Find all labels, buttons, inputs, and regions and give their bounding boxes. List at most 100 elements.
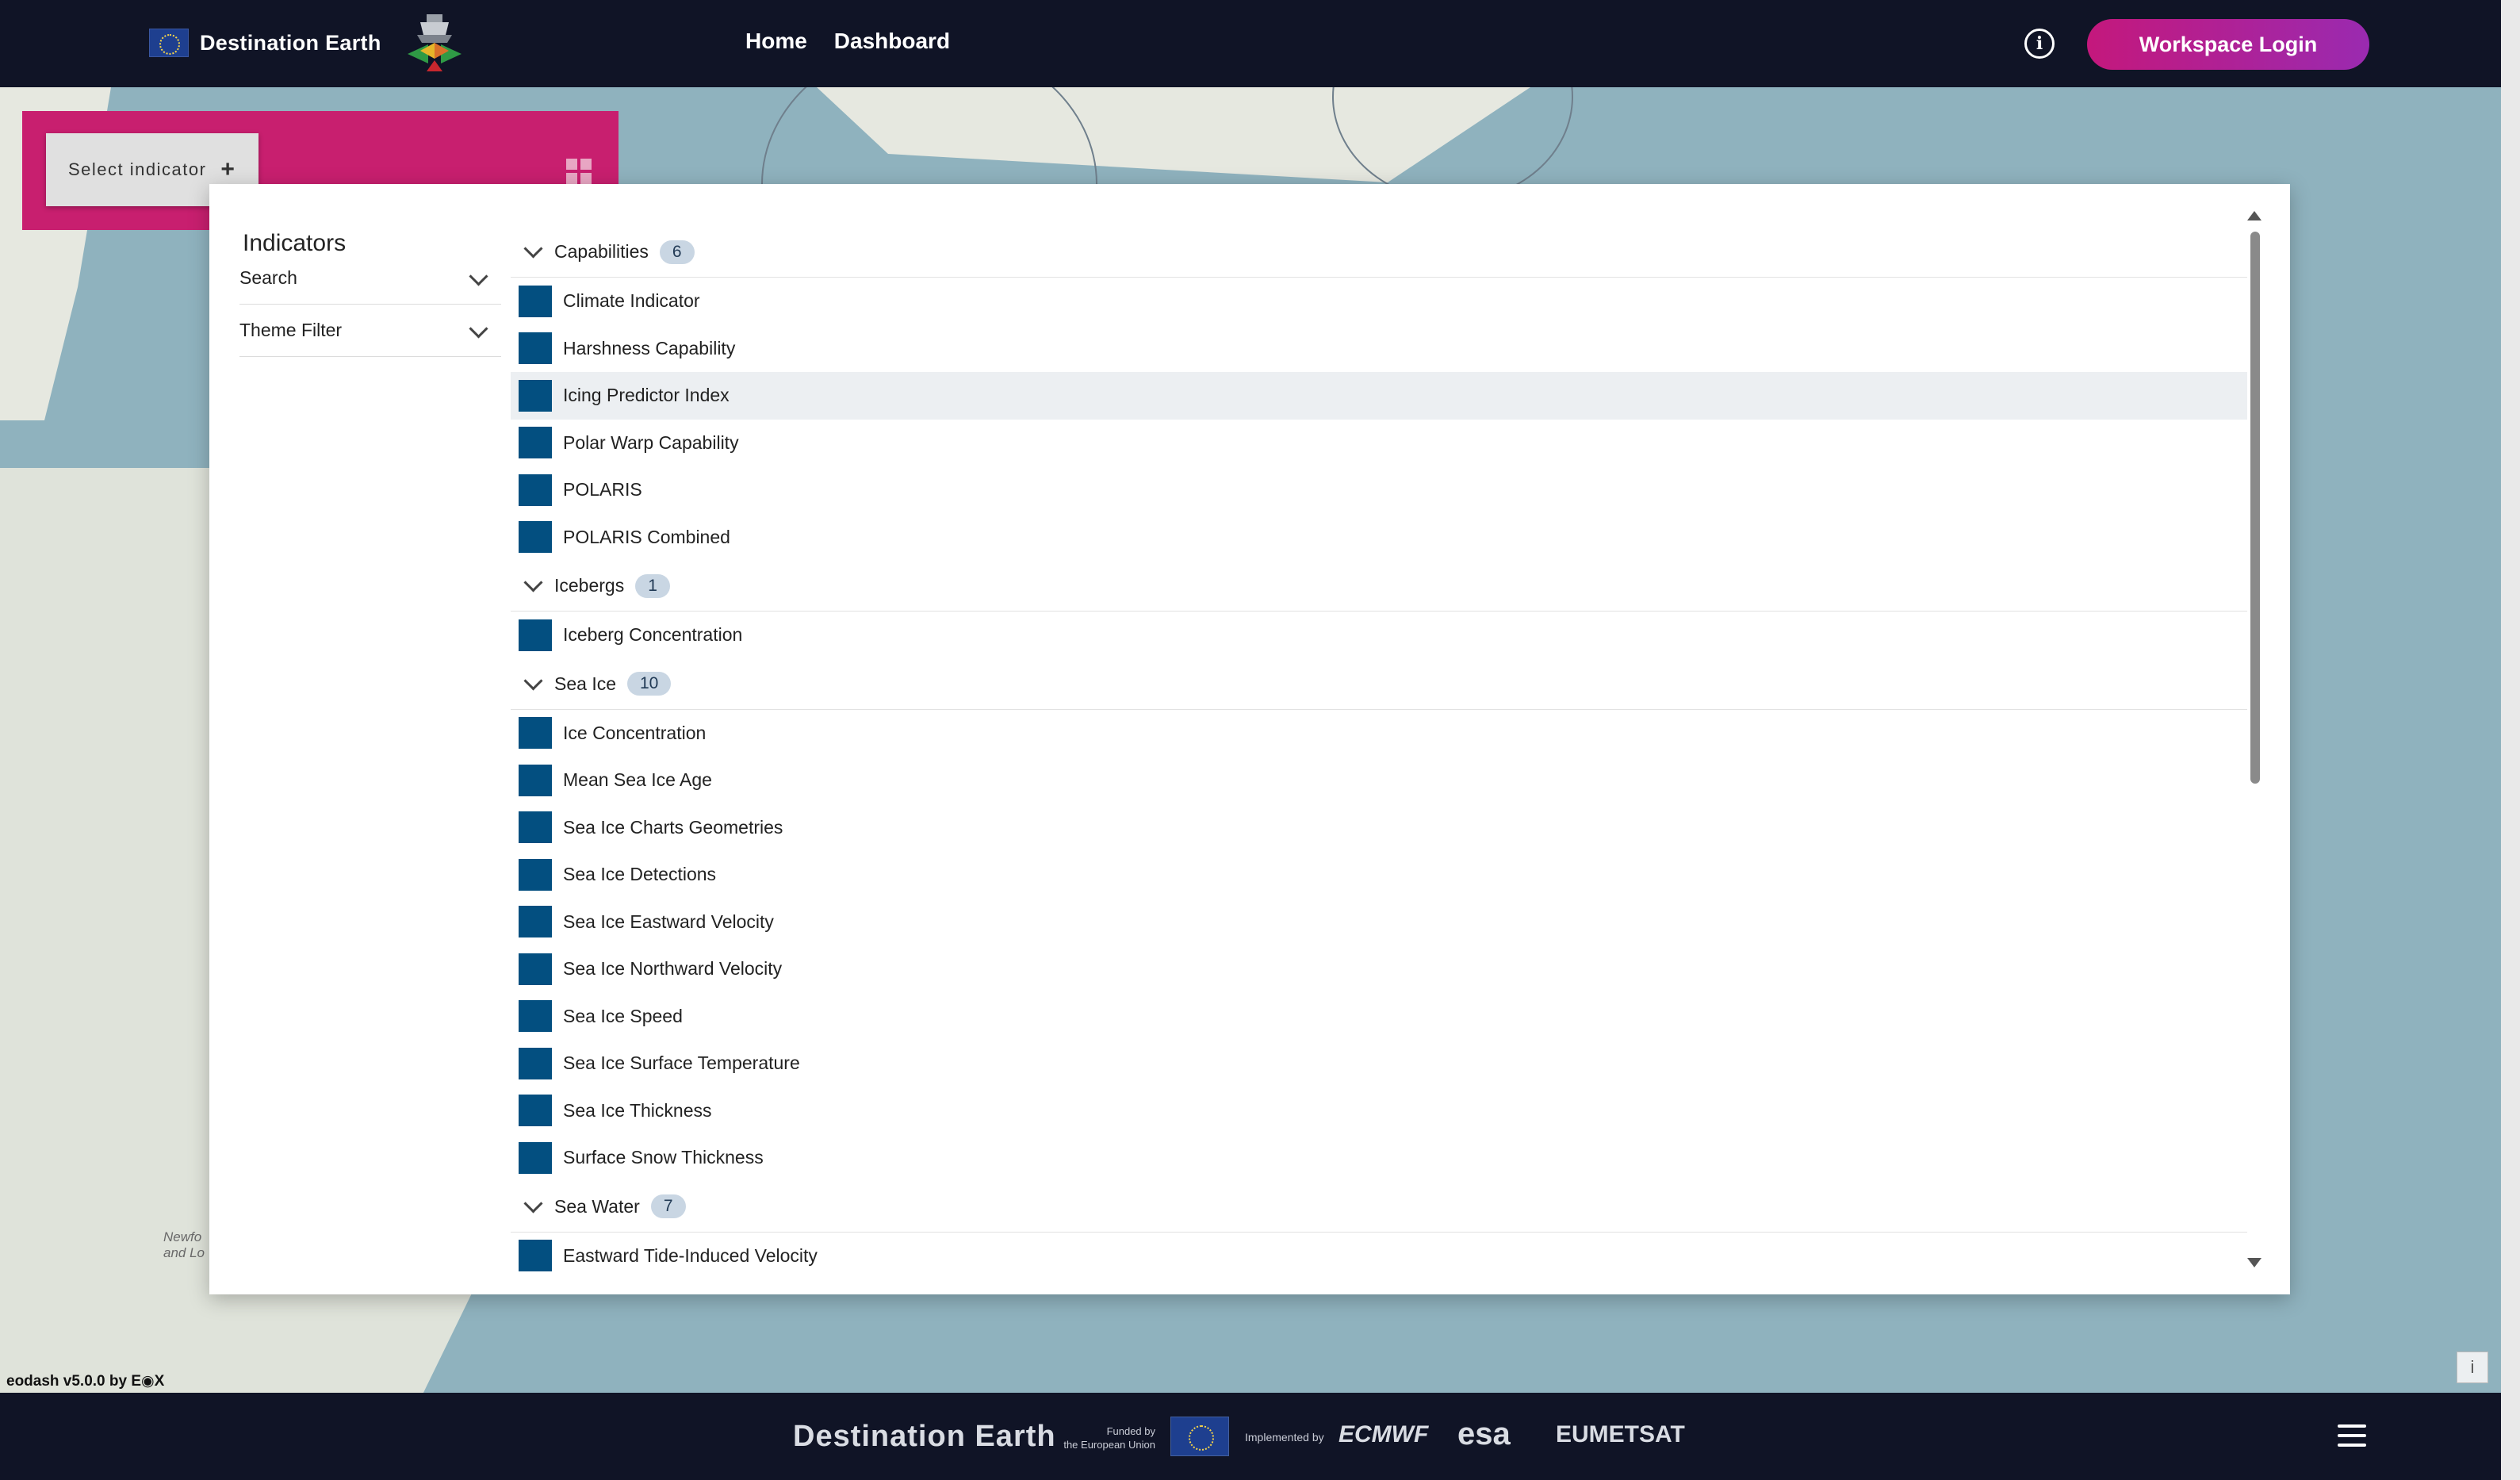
footer-title: Destination Earth xyxy=(793,1420,1056,1453)
indicator-item[interactable]: Iceberg Concentration xyxy=(511,612,2247,659)
group-count-badge: 10 xyxy=(627,672,672,696)
indicator-swatch xyxy=(519,1095,552,1127)
group-count-badge: 7 xyxy=(650,1194,686,1218)
indicator-item[interactable]: Sea Ice Detections xyxy=(511,851,2247,899)
top-bar: Destination Earth Home Dashboard i Works… xyxy=(0,0,2501,87)
funded-by-text: Funded by the European Union xyxy=(1063,1425,1155,1451)
ecmwf-logo: ECMWF xyxy=(1339,1421,1429,1447)
esa-logo: esa xyxy=(1457,1417,1511,1451)
group-name: Capabilities xyxy=(554,241,649,262)
ship-logo-icon xyxy=(408,14,461,71)
footer: Destination Earth Funded by the European… xyxy=(0,1393,2501,1480)
indicator-item[interactable]: Sea Ice Speed xyxy=(511,993,2247,1041)
indicator-item[interactable]: Sea Ice Eastward Velocity xyxy=(511,899,2247,946)
menu-icon[interactable] xyxy=(2338,1424,2366,1447)
group-name: Sea Ice xyxy=(554,673,616,694)
brand-title: Destination Earth xyxy=(200,30,381,55)
indicator-item[interactable]: Sea Ice Charts Geometries xyxy=(511,804,2247,852)
indicator-item[interactable]: Climate Indicator xyxy=(511,278,2247,325)
indicator-swatch xyxy=(519,811,552,844)
eu-flag-icon xyxy=(1170,1417,1229,1456)
chevron-down-icon xyxy=(523,239,543,259)
scroll-down-icon[interactable] xyxy=(2247,1258,2261,1267)
indicator-swatch xyxy=(519,332,552,365)
theme-filter-label: Theme Filter xyxy=(239,320,343,340)
dashboard-grid-icon[interactable] xyxy=(566,159,592,184)
indicator-item[interactable]: Sea Ice Thickness xyxy=(511,1087,2247,1135)
nav-home-link[interactable]: Home xyxy=(745,29,807,54)
group-header[interactable]: Sea Ice 10 xyxy=(511,659,2247,710)
scroll-up-icon[interactable] xyxy=(2247,211,2261,220)
select-indicator-label: Select indicator xyxy=(68,159,207,179)
group-header[interactable]: Capabilities 6 xyxy=(511,227,2247,278)
indicator-item[interactable]: Sea Ice Surface Temperature xyxy=(511,1040,2247,1087)
indicator-label: Iceberg Concentration xyxy=(563,624,743,646)
indicator-label: Sea Ice Thickness xyxy=(563,1099,712,1121)
indicator-swatch xyxy=(519,379,552,412)
group-header[interactable]: Icebergs 1 xyxy=(511,561,2247,612)
implemented-by-text: Implemented by xyxy=(1245,1431,1324,1444)
indicator-item[interactable]: POLARIS Combined xyxy=(511,514,2247,562)
chevron-down-icon xyxy=(469,266,488,286)
indicator-label: Mean Sea Ice Age xyxy=(563,769,712,791)
map-place-label: Newfo and Lo xyxy=(163,1229,205,1260)
indicator-swatch xyxy=(519,953,552,985)
indicator-swatch xyxy=(519,474,552,506)
indicator-item[interactable]: Ice Concentration xyxy=(511,710,2247,757)
indicator-swatch xyxy=(519,764,552,796)
indicator-swatch xyxy=(519,1047,552,1079)
indicator-label: POLARIS Combined xyxy=(563,526,730,547)
indicator-label: POLARIS xyxy=(563,479,642,500)
eumetsat-logo: EUMETSAT xyxy=(1556,1421,1685,1447)
indicator-item[interactable]: POLARIS xyxy=(511,466,2247,514)
indicator-item[interactable]: Sea Ice Northward Velocity xyxy=(511,945,2247,993)
chevron-down-icon xyxy=(523,670,543,691)
info-icon[interactable]: i xyxy=(2024,29,2055,59)
indicator-item[interactable]: Harshness Capability xyxy=(511,325,2247,373)
group-name: Sea Water xyxy=(554,1195,640,1217)
brand[interactable]: Destination Earth xyxy=(149,29,381,57)
indicator-label: Sea Ice Speed xyxy=(563,1005,683,1026)
chevron-down-icon xyxy=(469,319,488,339)
group-count-badge: 1 xyxy=(635,573,670,598)
indicator-label: Polar Warp Capability xyxy=(563,431,739,453)
indicator-swatch xyxy=(519,521,552,554)
indicator-label: Harshness Capability xyxy=(563,337,736,358)
indicator-list: Capabilities 6 Climate Indicator Harshness … xyxy=(511,227,2247,1291)
group-header[interactable]: Sea Water 7 xyxy=(511,1182,2247,1233)
group-name: Icebergs xyxy=(554,575,625,596)
indicator-label: Icing Predictor Index xyxy=(563,385,730,406)
indicator-swatch xyxy=(519,1141,552,1174)
indicator-item[interactable]: Mean Sea Ice Age xyxy=(511,757,2247,804)
eu-flag-icon xyxy=(149,29,189,57)
indicator-label: Eastward Tide-Induced Velocity xyxy=(563,1244,818,1266)
indicator-label: Ice Concentration xyxy=(563,722,707,743)
map-attribution-icon[interactable]: i xyxy=(2457,1352,2488,1383)
search-filter[interactable]: Search xyxy=(239,252,501,305)
indicator-swatch xyxy=(519,1240,552,1272)
indicator-swatch xyxy=(519,427,552,459)
indicator-item[interactable]: Icing Predictor Index xyxy=(511,372,2247,420)
group-count-badge: 6 xyxy=(659,240,695,264)
indicator-swatch xyxy=(519,285,552,317)
workspace-login-button[interactable]: Workspace Login xyxy=(2087,19,2369,70)
indicator-label: Surface Snow Thickness xyxy=(563,1147,764,1168)
indicator-label: Sea Ice Eastward Velocity xyxy=(563,911,774,932)
indicator-item[interactable]: Surface Snow Thickness xyxy=(511,1134,2247,1182)
indicator-label: Climate Indicator xyxy=(563,290,700,312)
indicator-item[interactable]: Eastward Tide-Induced Velocity xyxy=(511,1233,2247,1280)
indicator-swatch xyxy=(519,1000,552,1033)
theme-filter[interactable]: Theme Filter xyxy=(239,305,501,357)
indicator-swatch xyxy=(519,858,552,891)
indicator-label: Sea Ice Surface Temperature xyxy=(563,1052,800,1074)
page-scrollbar[interactable] xyxy=(2501,0,2520,1480)
main-nav: Home Dashboard xyxy=(745,29,950,54)
indicator-swatch xyxy=(519,906,552,938)
plus-icon: + xyxy=(220,156,236,182)
indicator-label: Sea Ice Northward Velocity xyxy=(563,958,783,980)
indicator-item[interactable]: Polar Warp Capability xyxy=(511,420,2247,467)
chevron-down-icon xyxy=(523,1193,543,1214)
scrollbar-thumb[interactable] xyxy=(2250,232,2260,784)
search-filter-label: Search xyxy=(239,267,297,288)
nav-dashboard-link[interactable]: Dashboard xyxy=(834,29,950,54)
